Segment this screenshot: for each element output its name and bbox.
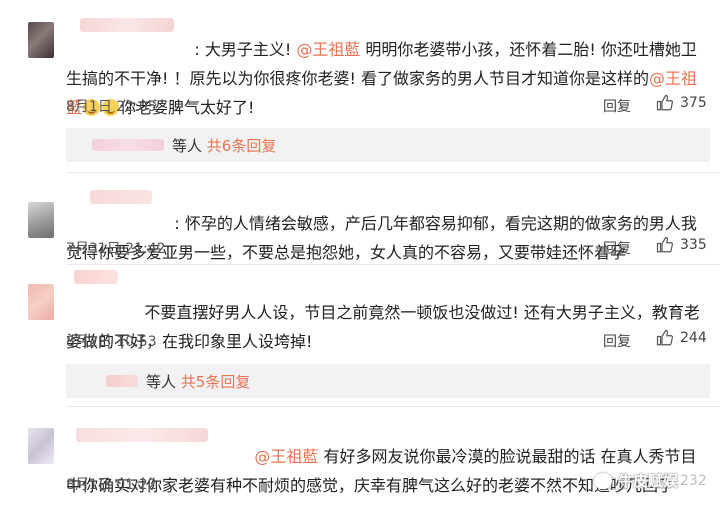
comment-time: 8月1日 22:05 xyxy=(66,99,157,115)
like-count: 244 xyxy=(680,330,707,346)
thumbs-up-icon xyxy=(656,94,673,111)
reply-button[interactable]: 回复 xyxy=(603,238,631,258)
like-count: 335 xyxy=(680,237,707,253)
wechat-icon xyxy=(594,472,612,489)
sub-reply-bar[interactable]: 等人 共6条回复 xyxy=(66,128,710,162)
thumbs-up-icon xyxy=(656,236,673,253)
like-count: 232 xyxy=(680,473,707,489)
sub-reply-summary: 等人 共5条回复 xyxy=(146,373,251,391)
sub-reply-bar[interactable]: 等人 共5条回复 xyxy=(66,364,710,398)
divider xyxy=(66,406,720,407)
username-blurred xyxy=(106,375,138,387)
divider xyxy=(66,264,720,265)
sub-reply-count[interactable]: 共5条回复 xyxy=(181,373,251,391)
watermark: 牛皮赋娱 xyxy=(594,470,678,491)
username-blurred xyxy=(92,139,164,151)
avatar[interactable] xyxy=(28,202,54,238)
comment-time: 8月2日 10:53 xyxy=(66,334,157,350)
comment-time: 8月1日 01:22 xyxy=(66,477,157,493)
reply-button[interactable]: 回复 xyxy=(603,331,631,351)
avatar[interactable] xyxy=(28,428,54,464)
avatar[interactable] xyxy=(28,22,54,58)
like-button[interactable]: 375 xyxy=(656,94,707,112)
like-button[interactable]: 244 xyxy=(656,329,707,347)
mention-link[interactable]: @王祖藍 xyxy=(296,40,360,59)
comment-time: 7月31日 21:42 xyxy=(66,241,166,257)
divider xyxy=(66,172,720,173)
sub-reply-summary: 等人 共6条回复 xyxy=(172,137,277,155)
sub-reply-count[interactable]: 共6条回复 xyxy=(207,137,277,155)
like-count: 375 xyxy=(680,95,707,111)
mention-link[interactable]: @王祖藍 xyxy=(254,447,318,466)
avatar[interactable] xyxy=(28,284,54,320)
reply-button[interactable]: 回复 xyxy=(603,96,631,116)
thumbs-up-icon xyxy=(656,329,673,346)
like-button[interactable]: 335 xyxy=(656,236,707,254)
